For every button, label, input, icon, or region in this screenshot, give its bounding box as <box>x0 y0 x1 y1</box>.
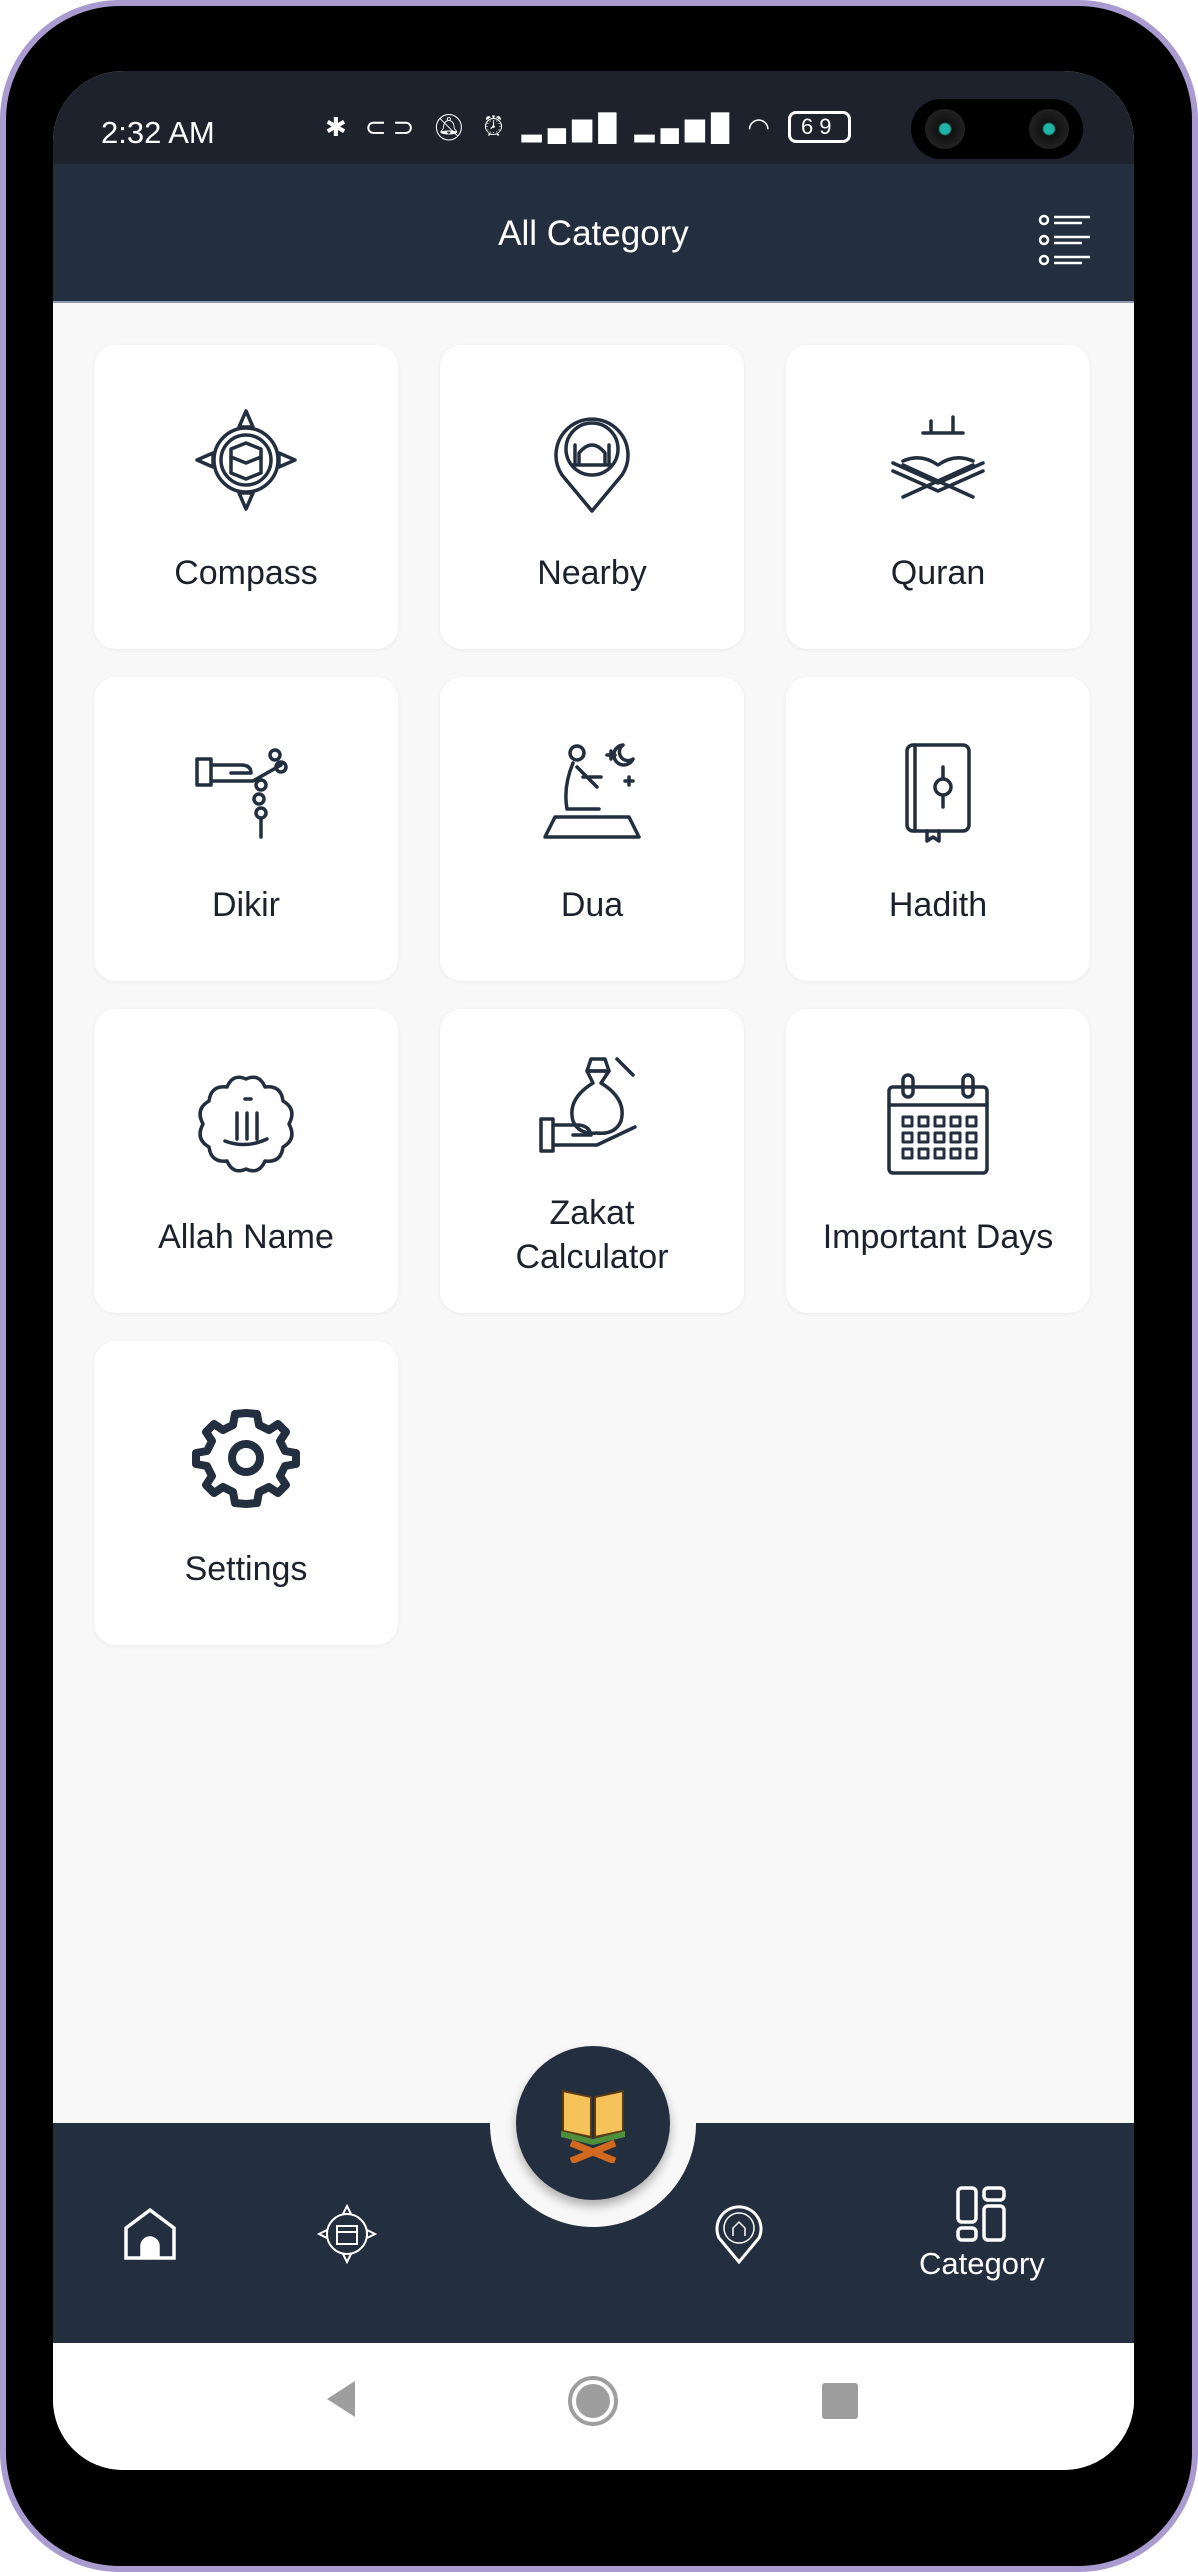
category-card-zakat-calculator[interactable]: Zakat Calculator <box>440 1009 744 1313</box>
bluetooth-icon: ✱ <box>325 111 353 142</box>
vibrate-off-icon: 🔕︎ <box>432 111 472 142</box>
category-card-settings[interactable]: Settings <box>94 1341 398 1645</box>
allah-calligraphy-icon <box>198 1075 294 1173</box>
category-card-important-days[interactable]: Important Days <box>786 1009 1090 1313</box>
category-label: Important Days <box>822 1218 1054 1256</box>
category-label: Dikir <box>212 886 280 924</box>
category-card-allah-name[interactable]: Allah Name <box>94 1009 398 1313</box>
category-label: Settings <box>184 1550 308 1588</box>
gear-icon <box>192 1409 300 1508</box>
back-icon[interactable] <box>323 2379 359 2419</box>
system-nav-bar <box>53 2343 1134 2470</box>
category-card-nearby[interactable]: Nearby <box>440 345 744 649</box>
category-label: Quran <box>890 554 986 592</box>
category-card-hadith[interactable]: Hadith <box>786 677 1090 981</box>
prayer-beads-hand-icon <box>195 748 288 839</box>
category-label: Compass <box>174 554 318 592</box>
status-time: 2:32 AM <box>101 115 215 150</box>
recents-icon[interactable] <box>822 2383 858 2419</box>
app-bar: All Category <box>53 164 1134 303</box>
category-card-quran[interactable]: Quran <box>786 345 1090 649</box>
mosque-pin-icon <box>715 2205 763 2264</box>
nav-nearby[interactable] <box>709 2204 769 2264</box>
category-card-compass[interactable]: Compass <box>94 345 398 649</box>
money-bag-hand-icon <box>539 1057 637 1153</box>
status-icons: ✱ ⊂⊃ 🔕︎ ⏰︎ ▂▄▆█ ▂▄▆█ ◠ 69 <box>325 111 851 143</box>
camera-cutout <box>911 99 1083 159</box>
battery-icon: 69 <box>788 111 851 143</box>
home-icon <box>124 2207 176 2260</box>
nav-home[interactable] <box>120 2204 180 2264</box>
category-card-dua[interactable]: Dua <box>440 677 744 981</box>
quran-icon <box>561 2089 625 2163</box>
signal-icon: ▂▄▆█ <box>634 111 736 142</box>
calendar-icon <box>887 1073 989 1175</box>
quran-fab-button[interactable] <box>516 2046 670 2200</box>
signal-icon: ▂▄▆█ <box>521 111 623 142</box>
category-icon <box>956 2186 1006 2242</box>
praying-man-icon <box>543 743 641 839</box>
hadith-book-icon <box>905 743 971 843</box>
nav-category-label: Category <box>919 2246 1045 2281</box>
kaaba-compass-icon <box>317 2204 377 2264</box>
quran-stand-icon <box>891 415 985 499</box>
screen: 2:32 AM ✱ ⊂⊃ 🔕︎ ⏰︎ ▂▄▆█ ▂▄▆█ ◠ 69 All Ca… <box>53 71 1134 2470</box>
status-bar: 2:32 AM ✱ ⊂⊃ 🔕︎ ⏰︎ ▂▄▆█ ▂▄▆█ ◠ 69 <box>53 71 1134 164</box>
category-label: Dua <box>560 886 624 924</box>
category-card-dikir[interactable]: Dikir <box>94 677 398 981</box>
category-label: Allah Name <box>158 1218 334 1256</box>
category-label: Zakat Calculator <box>515 1194 669 1276</box>
category-grid: Compass Nearby Quran Dikir Dua Hadith Allah Na… <box>94 345 1090 1645</box>
nav-compass[interactable] <box>317 2204 377 2264</box>
page-title: All Category <box>498 214 689 253</box>
wifi-icon: ◠ <box>747 111 777 142</box>
category-label: Hadith <box>888 886 988 924</box>
mosque-pin-icon <box>554 417 630 513</box>
home-circle-icon[interactable] <box>567 2375 619 2427</box>
list-menu-icon[interactable] <box>1038 212 1094 268</box>
kaaba-compass-icon <box>195 409 297 511</box>
category-label: Nearby <box>537 554 647 592</box>
nav-category[interactable]: Category <box>919 2184 1045 2282</box>
alarm-icon: ⏰︎ <box>483 111 510 141</box>
toggle-icon: ⊂⊃ <box>364 111 421 142</box>
